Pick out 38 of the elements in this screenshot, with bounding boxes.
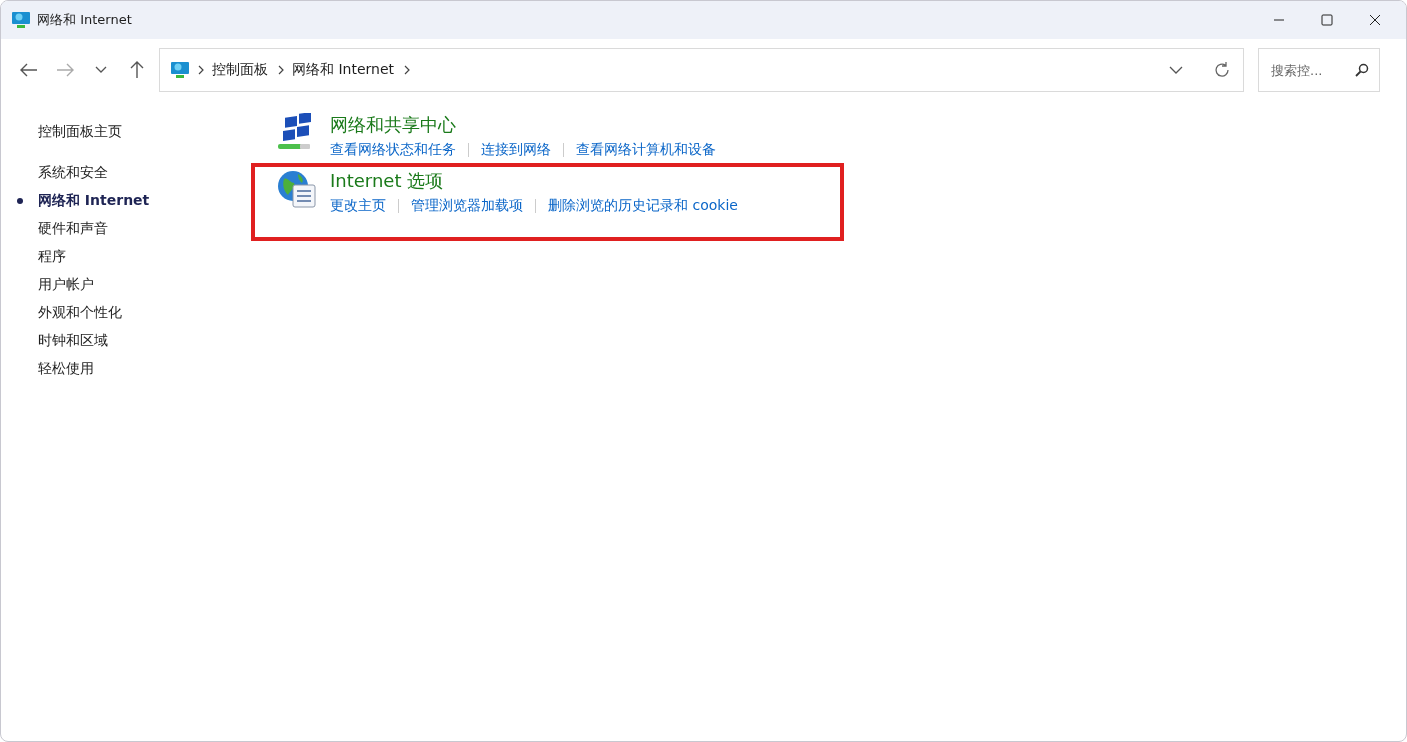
task-link[interactable]: 更改主页 xyxy=(330,197,386,215)
sidebar-item[interactable]: 轻松使用 xyxy=(38,360,94,378)
sidebar-item[interactable]: 网络和 Internet xyxy=(38,192,150,210)
up-arrow-icon xyxy=(130,61,144,79)
breadcrumb-item[interactable]: 网络和 Internet xyxy=(292,61,395,79)
search-input[interactable]: 搜索控... xyxy=(1269,61,1355,79)
monitor-icon xyxy=(170,60,190,80)
task-link[interactable]: 连接到网络 xyxy=(481,141,551,159)
search-icon xyxy=(1355,63,1369,77)
close-icon xyxy=(1369,14,1381,26)
sidebar-item[interactable]: 系统和安全 xyxy=(38,164,108,182)
forward-arrow-icon xyxy=(56,63,74,77)
chevron-icon xyxy=(278,65,284,75)
task-link[interactable]: 删除浏览的历史记录和 cookie xyxy=(548,197,738,215)
sidebar-item[interactable]: 用户帐户 xyxy=(38,276,94,294)
globe-with-list-icon xyxy=(276,169,316,209)
dropdown-icon[interactable] xyxy=(1169,66,1183,74)
chevron-icon xyxy=(404,65,411,75)
back-arrow-icon xyxy=(20,63,38,77)
search-field[interactable]: 搜索控... xyxy=(1258,48,1380,92)
breadcrumb-item[interactable]: 控制面板 xyxy=(212,61,268,79)
address-bar[interactable]: 控制面板 网络和 Internet xyxy=(159,48,1244,92)
section-title-link[interactable]: Internet 选项 xyxy=(330,169,738,193)
sidebar-item[interactable]: 程序 xyxy=(38,248,66,266)
refresh-icon[interactable] xyxy=(1213,61,1231,79)
sidebar-item[interactable]: 时钟和区域 xyxy=(38,332,108,350)
monitor-icon xyxy=(11,10,31,30)
window-title: 网络和 Internet xyxy=(37,11,132,29)
chevron-down-icon xyxy=(95,66,107,74)
sidebar-item[interactable]: 外观和个性化 xyxy=(38,304,122,322)
task-link[interactable]: 管理浏览器加载项 xyxy=(411,197,523,215)
sidebar-item[interactable]: 硬件和声音 xyxy=(38,220,108,238)
chevron-icon xyxy=(198,65,204,75)
task-link[interactable]: 查看网络状态和任务 xyxy=(330,141,456,159)
task-link[interactable]: 查看网络计算机和设备 xyxy=(576,141,716,159)
maximize-icon xyxy=(1321,14,1333,26)
section-title-link[interactable]: 网络和共享中心 xyxy=(330,113,716,137)
sidebar-link[interactable]: 控制面板主页 xyxy=(1,123,251,141)
